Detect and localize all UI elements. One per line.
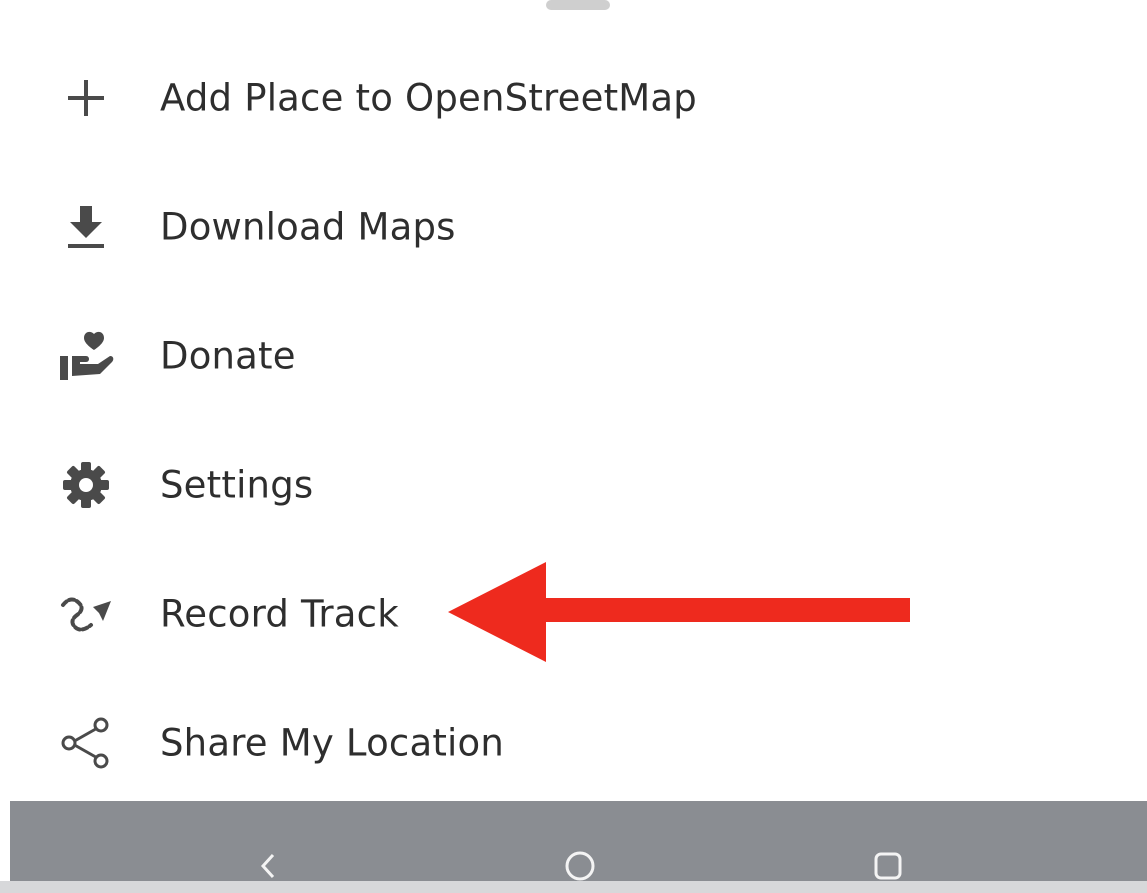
record-track-icon — [52, 584, 120, 644]
system-nav-bar — [10, 801, 1147, 881]
bottom-strip — [0, 881, 1147, 893]
donate-icon — [52, 326, 120, 386]
menu-item-add-place[interactable]: Add Place to OpenStreetMap — [0, 33, 1147, 162]
share-icon — [52, 713, 120, 773]
menu-item-label: Share My Location — [160, 721, 505, 764]
download-icon — [52, 197, 120, 257]
gear-icon — [52, 455, 120, 515]
menu-item-donate[interactable]: Donate — [0, 291, 1147, 420]
drag-handle[interactable] — [546, 0, 610, 10]
menu-item-label: Add Place to OpenStreetMap — [160, 76, 697, 119]
plus-icon — [52, 68, 120, 128]
menu-item-label: Download Maps — [160, 205, 456, 248]
menu-item-label: Donate — [160, 334, 296, 377]
annotation-arrow — [448, 562, 910, 662]
menu-item-settings[interactable]: Settings — [0, 420, 1147, 549]
bottom-sheet-menu-screen: Add Place to OpenStreetMap Download Maps — [0, 0, 1147, 893]
menu-list: Add Place to OpenStreetMap Download Maps — [0, 33, 1147, 807]
menu-item-share-location[interactable]: Share My Location — [0, 678, 1147, 807]
menu-item-label: Record Track — [160, 592, 399, 635]
menu-item-download-maps[interactable]: Download Maps — [0, 162, 1147, 291]
menu-item-label: Settings — [160, 463, 314, 506]
